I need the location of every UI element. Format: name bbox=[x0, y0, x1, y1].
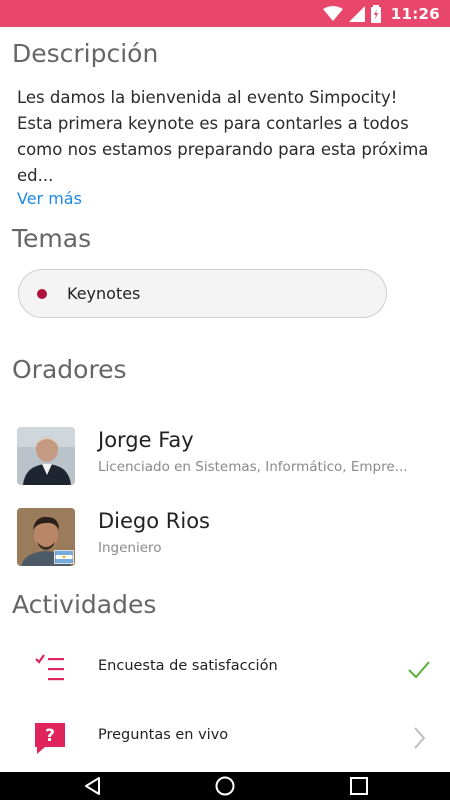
status-time: 11:26 bbox=[390, 4, 440, 23]
chevron-right-icon[interactable] bbox=[406, 725, 432, 751]
speaker-item-diego-rios[interactable]: Diego Rios Ingeniero bbox=[17, 508, 437, 566]
home-icon[interactable] bbox=[214, 775, 236, 797]
activity-label: Encuesta de satisfacción bbox=[98, 658, 278, 674]
activity-item-live-questions[interactable]: ? Preguntas en vivo bbox=[0, 713, 450, 763]
recents-icon[interactable] bbox=[348, 775, 370, 797]
status-icons: 11:26 bbox=[322, 0, 440, 27]
checklist-icon bbox=[35, 654, 64, 681]
signal-icon bbox=[348, 5, 365, 22]
description-text: Les damos la bienvenida al evento Simpoc… bbox=[17, 88, 429, 185]
speaker-subtitle: Licenciado en Sistemas, Informático, Emp… bbox=[98, 459, 408, 475]
topic-chip-keynotes[interactable]: Keynotes bbox=[18, 269, 387, 318]
topic-label: Keynotes bbox=[67, 284, 141, 303]
speaker-subtitle: Ingeniero bbox=[98, 540, 162, 556]
activities-title: Actividades bbox=[12, 590, 157, 619]
activity-item-survey[interactable]: Encuesta de satisfacción bbox=[0, 644, 450, 694]
back-icon[interactable] bbox=[82, 775, 104, 797]
topics-title: Temas bbox=[12, 224, 92, 253]
question-bubble-icon: ? bbox=[35, 723, 65, 754]
argentina-flag-icon bbox=[54, 550, 74, 564]
event-detail-content[interactable]: Descripción Les damos la bienvenida al e… bbox=[0, 27, 450, 772]
battery-icon bbox=[370, 4, 381, 23]
activity-label: Preguntas en vivo bbox=[98, 727, 229, 743]
svg-text:?: ? bbox=[45, 726, 55, 746]
speakers-title: Oradores bbox=[12, 355, 127, 384]
speaker-name: Jorge Fay bbox=[98, 428, 194, 452]
topic-color-dot bbox=[37, 288, 47, 299]
description-title: Descripción bbox=[12, 39, 159, 68]
wifi-icon bbox=[322, 5, 343, 21]
speaker-avatar bbox=[17, 427, 75, 485]
see-more-link[interactable]: Ver más bbox=[17, 189, 82, 208]
speaker-name: Diego Rios bbox=[98, 509, 210, 533]
status-bar: 11:26 bbox=[0, 0, 450, 27]
speaker-item-jorge-fay[interactable]: Jorge Fay Licenciado en Sistemas, Inform… bbox=[17, 427, 437, 485]
checkmark-icon bbox=[408, 661, 430, 679]
system-nav-bar bbox=[0, 772, 450, 800]
